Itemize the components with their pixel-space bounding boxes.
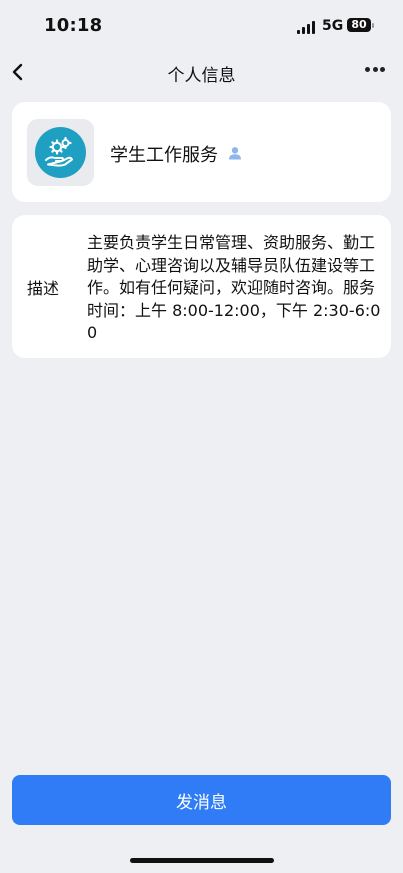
status-time: 10:18 xyxy=(44,15,103,36)
profile-card: 学生工作服务 xyxy=(12,102,391,202)
profile-name: 学生工作服务 xyxy=(110,145,218,166)
cellular-signal-icon xyxy=(297,21,317,34)
status-bar: 10:18 5G 80 xyxy=(0,0,403,54)
avatar[interactable] xyxy=(27,119,94,186)
page-title: 个人信息 xyxy=(167,66,236,86)
network-type: 5G xyxy=(322,18,344,34)
description-text: 主要负责学生日常管理、资助服务、勤工助学、心理咨询以及辅导员队伍建设等工作。如有… xyxy=(87,233,381,342)
home-indicator xyxy=(130,858,274,863)
description-card: 描述 主要负责学生日常管理、资助服务、勤工助学、心理咨询以及辅导员队伍建设等工作… xyxy=(12,215,391,358)
battery-cap xyxy=(372,23,374,28)
description-label: 描述 xyxy=(27,279,60,298)
gears-hand-icon xyxy=(35,127,86,178)
person-icon xyxy=(229,147,241,160)
send-message-button[interactable]: 发消息 xyxy=(12,775,391,825)
nav-bar: 个人信息 xyxy=(0,54,403,90)
battery-icon: 80 xyxy=(347,18,371,32)
more-dots-icon[interactable] xyxy=(365,67,385,73)
